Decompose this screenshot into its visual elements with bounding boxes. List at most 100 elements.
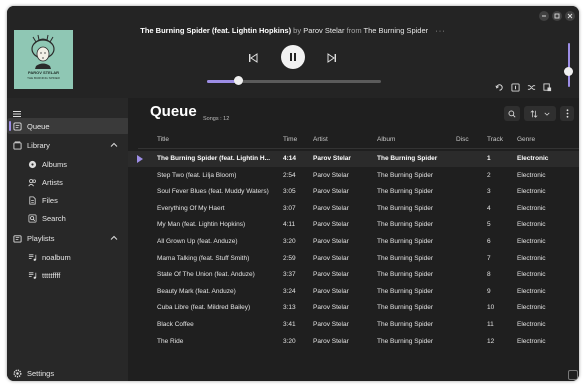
close-icon: [567, 13, 573, 19]
table-row[interactable]: The Ride 3:20 Parov Stelar The Burning Spid…: [128, 334, 579, 350]
cell-title: Step Two (feat. Lilja Bloom): [157, 171, 237, 179]
maximize-button[interactable]: [552, 11, 562, 21]
sidebar-section-library[interactable]: Library: [7, 137, 130, 153]
cell-title: Black Coffee: [157, 321, 194, 328]
consume-button[interactable]: [541, 81, 553, 93]
cell-track: 9: [487, 287, 491, 295]
cell-album: The Burning Spider: [377, 287, 434, 295]
column-header-artist[interactable]: Artist: [313, 136, 328, 143]
column-header-genre[interactable]: Genre: [517, 136, 535, 143]
repeat-button[interactable]: [493, 81, 505, 93]
volume-handle[interactable]: [564, 67, 573, 76]
search-queue-button[interactable]: [504, 106, 520, 121]
cell-track: 1: [487, 155, 491, 162]
volume-slider[interactable]: [564, 43, 573, 87]
settings-label: Settings: [27, 368, 55, 378]
cell-genre: Electronic: [517, 238, 546, 245]
more-options-icon[interactable]: ···: [435, 26, 446, 35]
sort-button[interactable]: [524, 106, 556, 121]
now-playing-icon: [137, 155, 143, 163]
table-row[interactable]: Step Two (feat. Lilja Bloom) 2:54 Parov St…: [128, 168, 579, 184]
table-row[interactable]: Mama Talking (feat. Stuff Smith) 2:59 Paro…: [128, 251, 579, 267]
cell-title: All Grown Up (feat. Anduze): [157, 238, 238, 245]
table-row[interactable]: State Of The Union (feat. Anduze) 3:37 Par…: [128, 267, 579, 283]
cell-album: The Burning Spider: [377, 188, 434, 196]
play-pause-button[interactable]: [281, 45, 305, 69]
cell-title: Everything Of My Haert: [157, 204, 225, 212]
column-header-track[interactable]: Track: [487, 136, 503, 143]
cell-album: The Burning Spider: [377, 321, 434, 328]
album-art[interactable]: PAROV STELAR THE BURNING SPIDER: [14, 30, 73, 89]
sidebar-item-queue[interactable]: Queue: [7, 118, 130, 134]
column-header-title[interactable]: Title: [157, 136, 169, 143]
previous-button[interactable]: [246, 51, 260, 65]
sidebar-item-files[interactable]: Files: [7, 192, 145, 208]
column-header-time[interactable]: Time: [283, 136, 297, 143]
cell-genre: Electronic: [517, 204, 546, 212]
sidebar-item-label: Search: [42, 213, 66, 223]
album-art-illustration: [14, 30, 73, 89]
column-header-album[interactable]: Album: [377, 136, 395, 143]
queue-icon: [12, 121, 22, 131]
search-icon: [508, 110, 516, 118]
table-row[interactable]: All Grown Up (feat. Anduze) 3:20 Parov Ste…: [128, 234, 579, 250]
cell-genre: Electronic: [517, 188, 546, 196]
cell-track: 3: [487, 188, 491, 196]
table-row[interactable]: Soul Fever Blues (feat. Muddy Waters) 3:0…: [128, 184, 579, 200]
track-artist[interactable]: Parov Stelar: [303, 26, 344, 35]
minimize-button[interactable]: [539, 11, 549, 21]
cell-artist: Parov Stelar: [313, 188, 349, 196]
queue-view: Queue Songs : 12 Title Time Artist Album…: [128, 98, 579, 381]
cell-title: Beauty Mark (feat. Anduze): [157, 287, 236, 295]
cell-artist: Parov Stelar: [313, 304, 349, 312]
table-row[interactable]: The Burning Spider (feat. Lightin H... 4:…: [128, 151, 579, 167]
cell-track: 2: [487, 171, 491, 179]
player-header: PAROV STELAR THE BURNING SPIDER The Burn…: [7, 6, 579, 98]
cell-genre: Electronic: [517, 254, 546, 262]
cell-title: The Burning Spider (feat. Lightin H...: [157, 155, 271, 162]
cell-time: 4:11: [283, 221, 296, 229]
cell-title: State Of The Union (feat. Anduze): [157, 271, 255, 279]
table-row[interactable]: Everything Of My Haert 3:07 Parov Stelar Th…: [128, 201, 579, 217]
search-icon: [27, 213, 37, 223]
resize-grip-icon[interactable]: [568, 370, 578, 380]
cell-album: The Burning Spider: [377, 204, 434, 212]
sidebar-item-label: Artists: [42, 177, 63, 187]
chevron-up-icon[interactable]: [110, 234, 118, 242]
sidebar-item-playlist[interactable]: tttttffff: [7, 267, 145, 283]
next-button[interactable]: [325, 51, 339, 65]
track-title[interactable]: The Burning Spider (feat. Lightin Hopkin…: [140, 26, 291, 35]
seek-handle[interactable]: [234, 76, 244, 85]
now-playing-info: The Burning Spider (feat. Lightin Hopkin…: [107, 26, 479, 35]
cell-genre: Electronic: [517, 337, 546, 345]
track-album[interactable]: The Burning Spider: [364, 26, 429, 35]
cell-time: 2:54: [283, 171, 296, 179]
sidebar-item-search[interactable]: Search: [7, 210, 145, 226]
sidebar-item-playlist[interactable]: noalbum: [7, 249, 145, 265]
cell-album: The Burning Spider: [377, 238, 434, 245]
sidebar-item-artists[interactable]: Artists: [7, 174, 145, 190]
table-row[interactable]: Cuba Libre (feat. Mildred Bailey) 3:13 Par…: [128, 300, 579, 316]
table-row[interactable]: Beauty Mark (feat. Anduze) 3:24 Parov Stel…: [128, 284, 579, 300]
chevron-up-icon[interactable]: [110, 141, 118, 149]
sidebar-item-albums[interactable]: Albums: [7, 156, 145, 172]
settings-button[interactable]: Settings: [7, 365, 133, 381]
single-button[interactable]: [509, 81, 521, 93]
sidebar-section-playlists[interactable]: Playlists: [7, 230, 130, 246]
table-row[interactable]: Black Coffee 3:41 Parov Stelar The Burning …: [128, 317, 579, 333]
disc-icon: [27, 159, 37, 169]
skip-previous-icon: [249, 53, 258, 63]
minimize-icon: [542, 15, 546, 17]
close-button[interactable]: [565, 11, 575, 21]
cell-time: 4:14: [283, 155, 297, 162]
single-track-icon: [510, 82, 520, 92]
cell-time: 3:20: [283, 238, 296, 245]
shuffle-button[interactable]: [525, 81, 537, 93]
cell-track: 8: [487, 271, 491, 279]
cell-time: 3:13: [283, 304, 296, 312]
seek-bar[interactable]: [207, 76, 381, 85]
table-row[interactable]: My Man (feat. Lightin Hopkins) 4:11 Parov …: [128, 217, 579, 233]
queue-menu-button[interactable]: [560, 106, 574, 121]
cell-time: 3:05: [283, 188, 296, 196]
column-header-disc[interactable]: Disc: [456, 136, 469, 143]
